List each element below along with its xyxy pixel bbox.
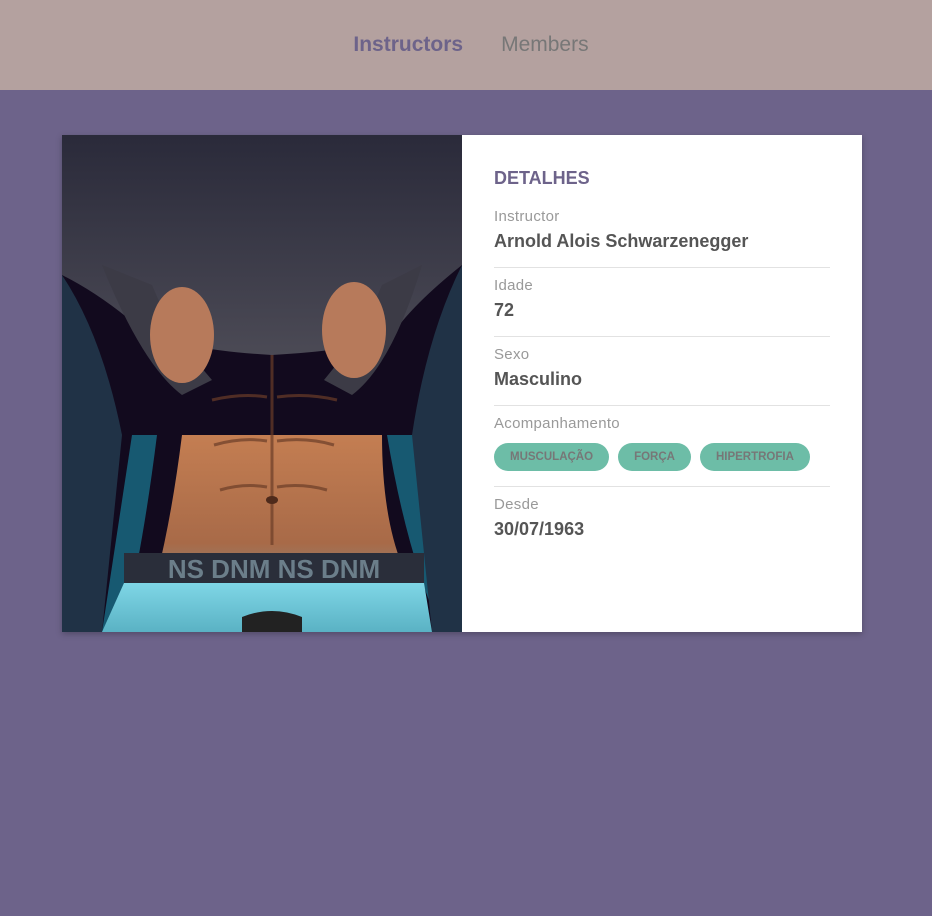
nav-link-members[interactable]: Members <box>501 33 589 57</box>
instructor-card: NS DNM NS DNM Detalhes Instructor Arnold… <box>62 135 862 632</box>
detail-services: Acompanhamento musculação força hipertro… <box>494 406 830 487</box>
detail-label: Sexo <box>494 346 530 363</box>
instructor-photo: NS DNM NS DNM <box>62 135 462 632</box>
detail-instructor: Instructor Arnold Alois Schwarzenegger <box>494 199 830 268</box>
main-nav: Instructors Members <box>353 33 588 57</box>
detail-sex: Sexo Masculino <box>494 337 830 406</box>
detail-age: Idade 72 <box>494 268 830 337</box>
detail-label: Desde <box>494 496 539 513</box>
top-header: Instructors Members <box>0 0 932 90</box>
detail-label: Acompanhamento <box>494 415 620 432</box>
detail-value: Masculino <box>494 369 583 389</box>
detail-label: Instructor <box>494 208 560 225</box>
service-chips: musculação força hipertrofia <box>494 443 830 471</box>
detail-value: 30/07/1963 <box>494 519 585 539</box>
nav-link-instructors[interactable]: Instructors <box>353 33 463 57</box>
waistband-logo-text: NS DNM NS DNM <box>168 554 380 584</box>
detail-since: Desde 30/07/1963 <box>494 487 830 555</box>
service-chip: hipertrofia <box>699 443 810 471</box>
service-chip: musculação <box>494 443 610 471</box>
service-chip: força <box>618 443 691 471</box>
detail-label: Idade <box>494 277 534 294</box>
instructor-photo-illustration: NS DNM NS DNM <box>62 135 462 632</box>
detail-value: Arnold Alois Schwarzenegger <box>494 231 749 251</box>
detail-value: 72 <box>494 300 515 320</box>
details-title: Detalhes <box>494 168 590 188</box>
details-panel: Detalhes Instructor Arnold Alois Schwarz… <box>462 135 862 632</box>
